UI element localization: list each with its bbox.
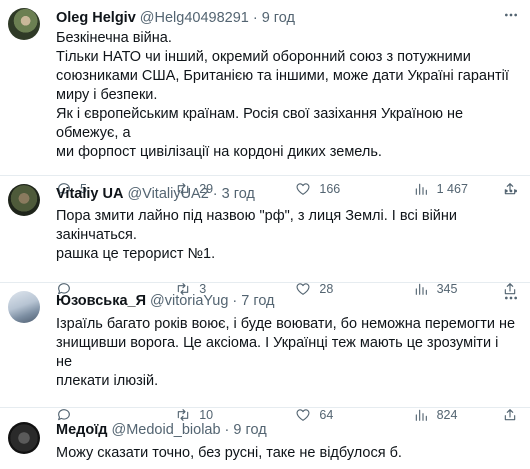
tweet-line: плекати ілюзій.	[56, 373, 159, 389]
separator-dot: ·	[224, 422, 230, 438]
more-options-icon[interactable]	[502, 289, 520, 307]
tweet-header: Медоїд @Medoid_biolab · 9 год	[56, 421, 518, 440]
tweet-medoid[interactable]: Медоїд @Medoid_biolab · 9 год Можу сказа…	[0, 408, 530, 469]
tweet-line: миру і безпеки.	[56, 87, 158, 103]
tweet-header: Oleg Helgiv @Helg40498291 · 9 год	[56, 9, 518, 28]
timestamp[interactable]: 3 год	[222, 185, 255, 204]
timestamp[interactable]: 7 год	[241, 292, 274, 311]
tweet-line: Тільки НАТО чи інший, окремий оборонний …	[56, 49, 471, 65]
tweet-header: Юзовська_Я @vitoriaYug · 7 год	[56, 292, 518, 311]
display-name[interactable]: Юзовська_Я	[56, 292, 146, 311]
avatar[interactable]	[8, 8, 40, 40]
display-name[interactable]: Медоїд	[56, 421, 108, 440]
tweet-text: Можу сказати точно, без русні, таке не в…	[56, 444, 518, 463]
user-handle[interactable]: @vitoriaYug	[150, 292, 228, 311]
separator-dot: ·	[212, 186, 218, 202]
user-handle[interactable]: @Medoid_biolab	[112, 421, 221, 440]
more-options-icon[interactable]	[502, 182, 520, 200]
timestamp[interactable]: 9 год	[233, 421, 266, 440]
tweet-vitaliy-ua[interactable]: Vitaliy UA @VitaliyUA2 · 3 год Пора змит…	[0, 176, 530, 296]
display-name[interactable]: Oleg Helgiv	[56, 9, 136, 28]
tweet-header: Vitaliy UA @VitaliyUA2 · 3 год	[56, 185, 518, 204]
user-handle[interactable]: @Helg40498291	[140, 9, 249, 28]
tweet-line: ми форпост цивілізації на кордоні диких …	[56, 144, 382, 160]
reply-feed: Oleg Helgiv @Helg40498291 · 9 год Безкін…	[0, 0, 530, 469]
avatar[interactable]	[8, 422, 40, 454]
display-name[interactable]: Vitaliy UA	[56, 185, 123, 204]
separator-dot: ·	[252, 10, 258, 26]
tweet-line: Ізраїль багато років воює, і буде воюват…	[56, 316, 516, 332]
timestamp[interactable]: 9 год	[262, 9, 295, 28]
user-handle[interactable]: @VitaliyUA2	[127, 185, 208, 204]
tweet-text: Пора змити лайно під назвою "рф", з лиця…	[56, 207, 518, 264]
more-options-icon[interactable]	[502, 6, 520, 24]
tweet-line: Як і європейським країнам. Росія свої за…	[56, 106, 464, 141]
tweet-line: Безкінечна війна.	[56, 30, 172, 46]
tweet-line: знищивши ворога. Це аксіома. І Українці …	[56, 335, 499, 370]
tweet-line: Можу сказати точно, без русні, таке не в…	[56, 445, 402, 461]
avatar[interactable]	[8, 291, 40, 323]
tweet-line: союзниками США, Британією та іншими, мож…	[56, 68, 509, 84]
tweet-text: Ізраїль багато років воює, і буде воюват…	[56, 315, 518, 391]
tweet-line: рашка це терорист №1.	[56, 246, 216, 262]
tweet-line: Пора змити лайно під назвою "рф", з лиця…	[56, 208, 458, 243]
separator-dot: ·	[232, 293, 238, 309]
tweet-oleg-helgiv[interactable]: Oleg Helgiv @Helg40498291 · 9 год Безкін…	[0, 0, 530, 196]
tweet-text: Безкінечна війна. Тільки НАТО чи інший, …	[56, 29, 518, 162]
tweet-yuzovska[interactable]: Юзовська_Я @vitoriaYug · 7 год Ізраїль б…	[0, 283, 530, 422]
avatar[interactable]	[8, 184, 40, 216]
